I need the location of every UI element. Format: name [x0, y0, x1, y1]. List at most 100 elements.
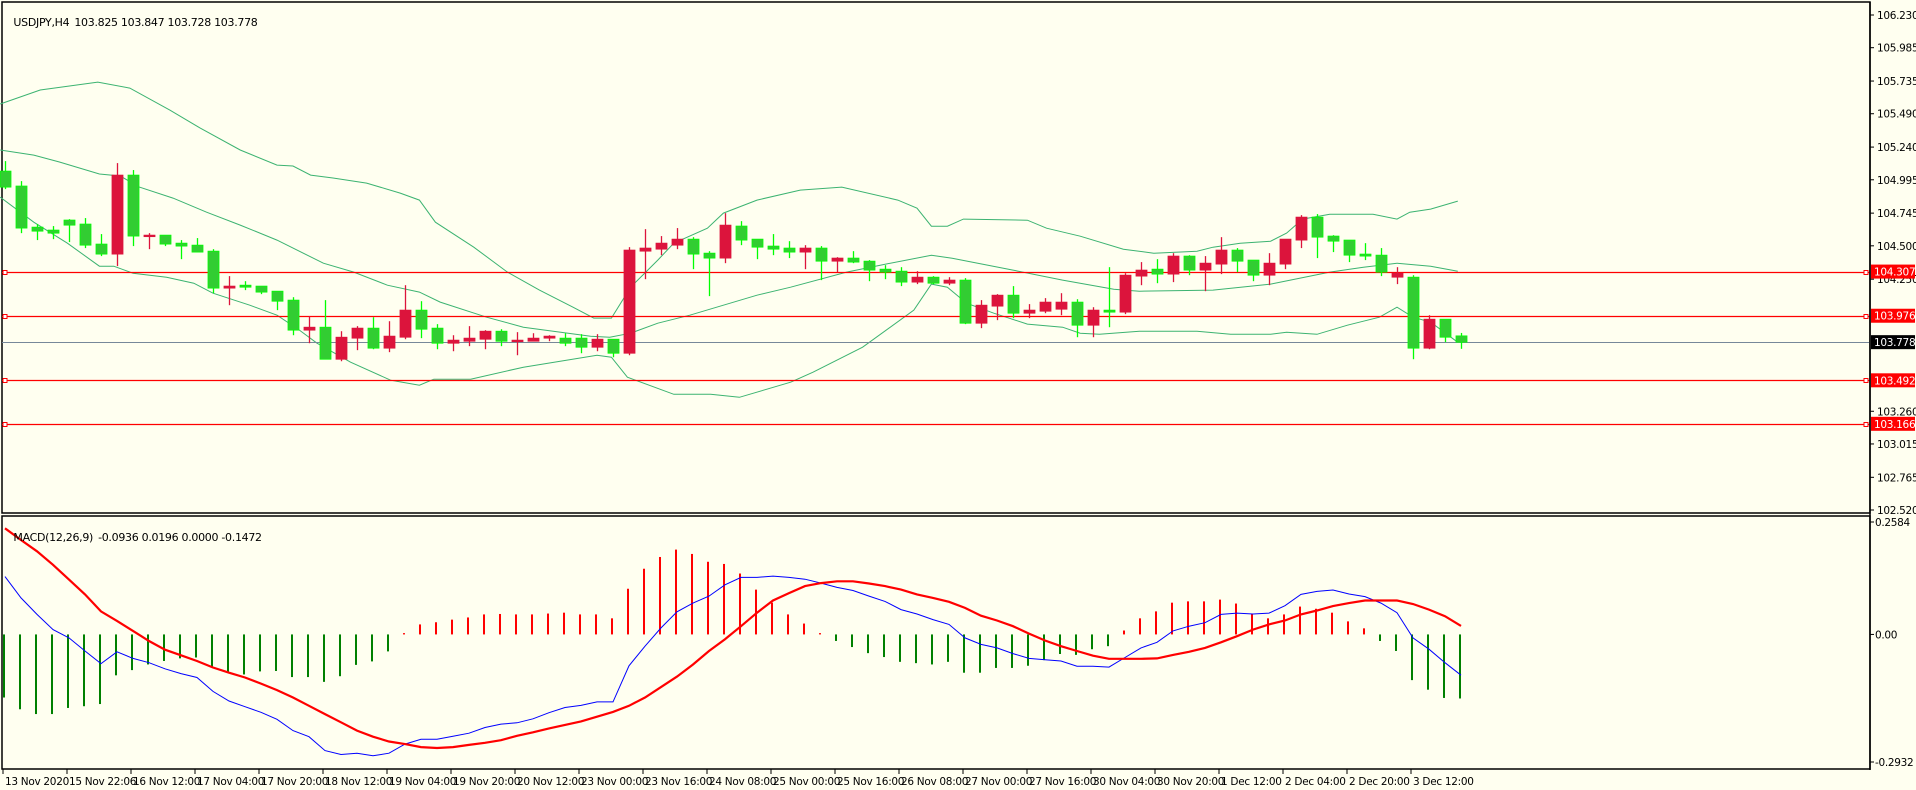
candle-body [799, 247, 812, 253]
macd-label: MACD(12,26,9) [13, 531, 94, 544]
macd-values: -0.0936 0.0196 0.0000 -0.1472 [98, 531, 262, 544]
candle-body [575, 337, 588, 348]
time-tick-label: 1 Dec 12:00 [1221, 776, 1282, 788]
candle-body [111, 174, 124, 255]
candle-body [1039, 301, 1052, 312]
candle-body [447, 339, 460, 344]
candle-body [927, 276, 940, 284]
line-handle-left[interactable] [2, 422, 8, 427]
price-tick-label: 104.745 [1877, 208, 1916, 220]
candle-body [1071, 301, 1084, 326]
candle-body [735, 225, 748, 241]
candle-body [783, 247, 796, 253]
candle-body [191, 244, 204, 253]
time-tick-label: 3 Dec 12:00 [1413, 776, 1474, 788]
candle-body [79, 223, 92, 246]
candle-body [319, 326, 332, 360]
time-tick-label: 24 Nov 08:00 [709, 776, 776, 788]
candle-body [1135, 269, 1148, 277]
time-axis[interactable]: 13 Nov 2020 15 Nov 22:0616 Nov 12:0017 No… [2, 769, 1474, 788]
candle-body [31, 226, 44, 232]
candle-body [703, 252, 716, 259]
price-tag-label: 104.307 [1874, 267, 1915, 279]
line-handle-right[interactable] [1863, 270, 1869, 275]
candle-body [1023, 309, 1036, 314]
time-tick-label: 17 Nov 20:00 [261, 776, 328, 788]
price-tag-label: 103.492 [1874, 375, 1915, 387]
candle-body [399, 309, 412, 338]
candle-body [831, 257, 844, 262]
candle-body [0, 170, 12, 188]
candle-body [143, 234, 156, 238]
price-tick-label: 102.765 [1877, 472, 1916, 484]
candle-body [767, 245, 780, 250]
candle-body [527, 337, 540, 342]
time-tick-label: 2 Dec 20:00 [1349, 776, 1410, 788]
candle-body [175, 242, 188, 247]
line-handle-right[interactable] [1863, 378, 1869, 383]
candle-body [207, 250, 220, 289]
candle-body [63, 219, 76, 226]
candle-body [1455, 335, 1468, 343]
candle-body [639, 247, 652, 252]
time-tick-label: 2 Dec 04:00 [1285, 776, 1346, 788]
candle-body [127, 174, 140, 237]
macd-main-line [4, 575, 1462, 757]
candle-body [239, 284, 252, 288]
candle-body [271, 290, 284, 302]
time-tick-label: 18 Nov 12:00 [325, 776, 392, 788]
candle-body [1055, 301, 1068, 310]
chart-canvas[interactable]: 106.230 105.985 105.735 105.490 105.240 104.9… [0, 0, 1916, 790]
candle-body [47, 229, 60, 234]
candle-body [1151, 268, 1164, 275]
candle-body [1119, 274, 1132, 313]
candle-body [623, 249, 636, 354]
candle-body [879, 268, 892, 273]
line-handle-left[interactable] [2, 314, 8, 319]
candle-body [1343, 239, 1356, 256]
candle-body [15, 185, 28, 229]
candle-body [1359, 253, 1372, 257]
line-handle-right[interactable] [1863, 314, 1869, 319]
candle-body [1215, 249, 1228, 265]
candle-body [895, 270, 908, 283]
candlesticks [0, 161, 1468, 362]
ohlc-values: 103.825 103.847 103.728 103.778 [74, 16, 258, 29]
price-tick-label: 105.240 [1877, 142, 1916, 154]
candle-body [479, 330, 492, 340]
candle-body [591, 338, 604, 348]
candle-body [1231, 249, 1244, 262]
candle-body [303, 326, 316, 331]
line-handle-right[interactable] [1863, 422, 1869, 427]
candle-body [1167, 255, 1180, 275]
candle-body [1247, 259, 1260, 276]
candle-body [1423, 318, 1436, 349]
macd-panel-frame [1, 515, 1871, 770]
candle-body [1311, 216, 1324, 238]
line-handle-left[interactable] [2, 270, 8, 275]
time-tick-label: 27 Nov 00:00 [965, 776, 1032, 788]
macd-signal-line [4, 527, 1462, 750]
price-tick-label: 106.230 [1877, 10, 1916, 22]
candle-body [367, 327, 380, 349]
candle-body [1199, 262, 1212, 271]
candle-body [431, 327, 444, 344]
symbol-timeframe: USDJPY,H4 [13, 16, 70, 29]
candle-body [1391, 272, 1404, 278]
candle-body [463, 337, 476, 342]
time-tick-label: 30 Nov 04:00 [1093, 776, 1160, 788]
time-tick-label: 30 Nov 20:00 [1157, 776, 1224, 788]
candle-body [719, 224, 732, 259]
candle-body [687, 238, 700, 255]
candle-body [223, 285, 236, 289]
candle-body [1087, 309, 1100, 326]
candle-body [511, 339, 524, 343]
candle-body [847, 257, 860, 263]
line-handle-left[interactable] [2, 378, 8, 383]
time-tick-label: 26 Nov 08:00 [901, 776, 968, 788]
candle-body [351, 327, 364, 339]
candle-body [1439, 318, 1452, 338]
time-tick-label: 20 Nov 12:00 [517, 776, 584, 788]
macd-indicator [3, 527, 1462, 757]
candle-body [1327, 235, 1340, 242]
